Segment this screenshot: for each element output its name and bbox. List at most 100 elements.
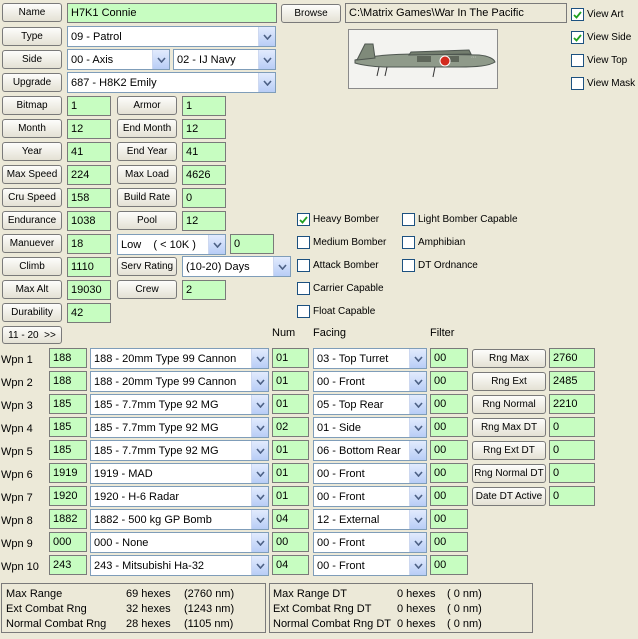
month-button[interactable]: Month <box>2 119 62 138</box>
armor-field[interactable]: 1 <box>182 96 226 116</box>
range-value-field[interactable]: 2760 <box>549 348 595 368</box>
weapon-filter-field[interactable]: 00 <box>430 417 468 437</box>
altitude-select[interactable]: Low ( < 10K ) <box>117 234 226 255</box>
range-button[interactable]: Rng Ext DT <box>472 441 546 460</box>
end-year-button[interactable]: End Year <box>117 142 177 161</box>
weapon-id-field[interactable]: 185 <box>49 394 87 414</box>
weapon-facing-select[interactable]: 01 - Side <box>313 417 427 438</box>
art-path-field[interactable]: C:\Matrix Games\War In The Pacific <box>345 3 567 23</box>
range-button[interactable]: Rng Normal <box>472 395 546 414</box>
weapon-filter-field[interactable]: 00 <box>430 555 468 575</box>
weapon-facing-select[interactable]: 00 - Front <box>313 486 427 507</box>
weapon-num-field[interactable]: 04 <box>272 555 309 575</box>
range-value-field[interactable]: 0 <box>549 486 595 506</box>
end-year-field[interactable]: 41 <box>182 142 226 162</box>
range-value-field[interactable]: 2485 <box>549 371 595 391</box>
serv-rating-select[interactable]: (10-20) Days <box>182 256 291 277</box>
type-button[interactable]: Type <box>2 27 62 46</box>
weapon-id-field[interactable]: 1920 <box>49 486 87 506</box>
endurance-field[interactable]: 1038 <box>67 211 111 231</box>
armor-button[interactable]: Armor <box>117 96 177 115</box>
weapon-num-field[interactable]: 01 <box>272 463 309 483</box>
weapon-select[interactable]: 185 - 7.7mm Type 92 MG <box>90 417 269 438</box>
max-speed-field[interactable]: 224 <box>67 165 111 185</box>
next-weapons-page-button[interactable]: 11 - 20 >> <box>2 326 62 344</box>
range-button[interactable]: Date DT Active <box>472 487 546 506</box>
max-speed-button[interactable]: Max Speed <box>2 165 62 184</box>
pool-button[interactable]: Pool <box>117 211 177 230</box>
endurance-button[interactable]: Endurance <box>2 211 62 230</box>
weapon-id-field[interactable]: 188 <box>49 371 87 391</box>
weapon-facing-select[interactable]: 00 - Front <box>313 371 427 392</box>
view-top-checkbox[interactable]: View Top <box>571 54 627 67</box>
weapon-id-field[interactable]: 185 <box>49 440 87 460</box>
manuever-button[interactable]: Manuever <box>2 234 62 253</box>
navy-select[interactable]: 02 - IJ Navy <box>173 49 276 70</box>
weapon-filter-field[interactable]: 00 <box>430 348 468 368</box>
heavy-bomber-checkbox[interactable]: Heavy Bomber <box>297 213 379 226</box>
view-art-checkbox[interactable]: View Art <box>571 8 624 21</box>
manuever-field[interactable]: 18 <box>67 234 111 254</box>
weapon-filter-field[interactable]: 00 <box>430 371 468 391</box>
weapon-facing-select[interactable]: 12 - External <box>313 509 427 530</box>
crew-button[interactable]: Crew <box>117 280 177 299</box>
name-button[interactable]: Name <box>2 3 62 22</box>
range-button[interactable]: Rng Ext <box>472 372 546 391</box>
range-value-field[interactable]: 0 <box>549 417 595 437</box>
weapon-num-field[interactable]: 01 <box>272 371 309 391</box>
weapon-id-field[interactable]: 1882 <box>49 509 87 529</box>
weapon-facing-select[interactable]: 06 - Bottom Rear <box>313 440 427 461</box>
side-button[interactable]: Side <box>2 50 62 69</box>
build-rate-field[interactable]: 0 <box>182 188 226 208</box>
cru-speed-button[interactable]: Cru Speed <box>2 188 62 207</box>
weapon-select[interactable]: 1920 - H-6 Radar <box>90 486 269 507</box>
weapon-id-field[interactable]: 243 <box>49 555 87 575</box>
range-button[interactable]: Rng Max DT <box>472 418 546 437</box>
weapon-select[interactable]: 188 - 20mm Type 99 Cannon <box>90 371 269 392</box>
pool-field[interactable]: 12 <box>182 211 226 231</box>
upgrade-button[interactable]: Upgrade <box>2 73 62 92</box>
name-field[interactable]: H7K1 Connie <box>67 3 277 23</box>
weapon-facing-select[interactable]: 00 - Front <box>313 532 427 553</box>
build-rate-button[interactable]: Build Rate <box>117 188 177 207</box>
weapon-filter-field[interactable]: 00 <box>430 394 468 414</box>
weapon-facing-select[interactable]: 03 - Top Turret <box>313 348 427 369</box>
weapon-select[interactable]: 1919 - MAD <box>90 463 269 484</box>
weapon-num-field[interactable]: 01 <box>272 394 309 414</box>
crew-field[interactable]: 2 <box>182 280 226 300</box>
weapon-facing-select[interactable]: 00 - Front <box>313 463 427 484</box>
end-month-field[interactable]: 12 <box>182 119 226 139</box>
weapon-num-field[interactable]: 02 <box>272 417 309 437</box>
weapon-select[interactable]: 1882 - 500 kg GP Bomb <box>90 509 269 530</box>
view-mask-checkbox[interactable]: View Mask <box>571 77 635 90</box>
weapon-filter-field[interactable]: 00 <box>430 463 468 483</box>
upgrade-select[interactable]: 687 - H8K2 Emily <box>67 72 276 93</box>
range-value-field[interactable]: 0 <box>549 463 595 483</box>
carrier-capable-checkbox[interactable]: Carrier Capable <box>297 282 384 295</box>
weapon-num-field[interactable]: 01 <box>272 486 309 506</box>
durability-button[interactable]: Durability <box>2 303 62 322</box>
bitmap-field[interactable]: 1 <box>67 96 111 116</box>
cru-speed-field[interactable]: 158 <box>67 188 111 208</box>
weapon-select[interactable]: 000 - None <box>90 532 269 553</box>
serv-rating-button[interactable]: Serv Rating <box>117 257 177 276</box>
amphibian-checkbox[interactable]: Amphibian <box>402 236 465 249</box>
bitmap-button[interactable]: Bitmap <box>2 96 62 115</box>
weapon-filter-field[interactable]: 00 <box>430 440 468 460</box>
max-alt-field[interactable]: 19030 <box>67 280 111 300</box>
side-select[interactable]: 00 - Axis <box>67 49 170 70</box>
light-bomber-capable-checkbox[interactable]: Light Bomber Capable <box>402 213 518 226</box>
weapon-facing-select[interactable]: 00 - Front <box>313 555 427 576</box>
end-month-button[interactable]: End Month <box>117 119 177 138</box>
max-load-button[interactable]: Max Load <box>117 165 177 184</box>
durability-field[interactable]: 42 <box>67 303 111 323</box>
climb-field[interactable]: 1110 <box>67 257 111 277</box>
attack-bomber-checkbox[interactable]: Attack Bomber <box>297 259 379 272</box>
weapon-select[interactable]: 185 - 7.7mm Type 92 MG <box>90 440 269 461</box>
type-select[interactable]: 09 - Patrol <box>67 26 276 47</box>
altitude-value-field[interactable]: 0 <box>230 234 274 254</box>
weapon-select[interactable]: 243 - Mitsubishi Ha-32 <box>90 555 269 576</box>
float-capable-checkbox[interactable]: Float Capable <box>297 305 375 318</box>
browse-button[interactable]: Browse <box>281 4 341 23</box>
max-alt-button[interactable]: Max Alt <box>2 280 62 299</box>
